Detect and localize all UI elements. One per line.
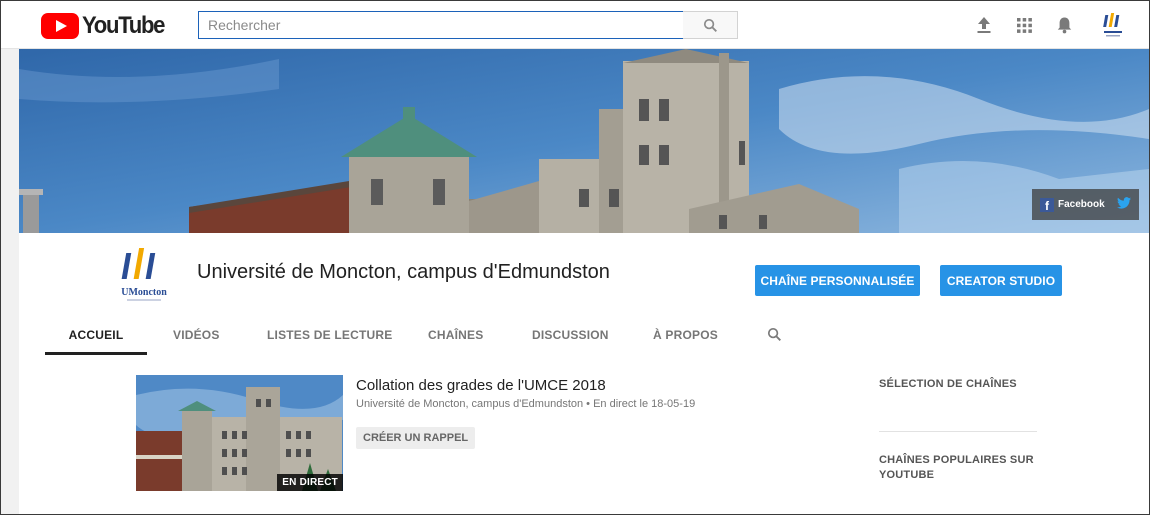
youtube-play-icon	[41, 13, 79, 39]
facebook-link[interactable]: Facebook	[1058, 199, 1105, 210]
search-icon	[767, 327, 781, 341]
notifications-bell-icon[interactable]	[1053, 14, 1075, 36]
tab-discussion[interactable]: DISCUSSION	[532, 315, 609, 355]
search-button[interactable]	[683, 11, 738, 39]
avatar-text: UMoncton	[121, 287, 167, 298]
tab-videos[interactable]: VIDÉOS	[173, 315, 220, 355]
apps-grid-icon[interactable]	[1013, 14, 1035, 36]
banner-social-links: f Facebook	[1032, 189, 1139, 220]
tab-channels[interactable]: CHAÎNES	[428, 315, 483, 355]
popular-channels-heading-line2: YOUTUBE	[879, 469, 935, 481]
customize-channel-button[interactable]: CHAÎNE PERSONNALISÉE	[755, 265, 920, 296]
tab-accueil[interactable]: ACCUEIL	[45, 315, 147, 355]
channel-banner	[19, 49, 1149, 233]
browser-frame: YouTube Rechercher f Facebook UMoncton U…	[0, 0, 1150, 515]
sidebar-divider	[879, 431, 1037, 432]
facebook-icon[interactable]: f	[1040, 197, 1054, 213]
account-avatar-icon[interactable]	[1101, 11, 1125, 39]
live-badge: EN DIRECT	[277, 474, 343, 491]
tab-about[interactable]: À PROPOS	[653, 315, 718, 355]
youtube-logo-text: YouTube	[82, 12, 165, 39]
twitter-icon[interactable]	[1117, 197, 1131, 209]
popular-channels-heading-line1: CHAÎNES POPULAIRES SUR	[879, 454, 1034, 466]
channel-tabs: ACCUEIL VIDÉOS LISTES DE LECTURE CHAÎNES…	[19, 315, 1149, 355]
umoncton-logo-icon: UMoncton	[121, 248, 167, 301]
channel-home-content: EN DIRECT Collation des grades de l'UMCE…	[19, 355, 1149, 514]
upload-icon[interactable]	[973, 14, 995, 36]
banner-campus-image	[19, 49, 1149, 233]
channel-avatar[interactable]: UMoncton	[109, 243, 179, 313]
create-reminder-button[interactable]: CRÉER UN RAPPEL	[356, 427, 476, 449]
featured-video-thumbnail[interactable]: EN DIRECT	[136, 375, 343, 491]
featured-video-meta: Université de Moncton, campus d'Edmundst…	[356, 398, 696, 410]
search-input[interactable]	[199, 12, 683, 38]
channel-title: Université de Moncton, campus d'Edmundst…	[197, 261, 610, 283]
featured-video-title[interactable]: Collation des grades de l'UMCE 2018	[356, 377, 606, 394]
search-icon	[703, 18, 717, 32]
tab-playlists[interactable]: LISTES DE LECTURE	[267, 315, 392, 355]
youtube-logo[interactable]: YouTube	[41, 12, 171, 39]
masthead: YouTube	[1, 1, 1149, 49]
channel-search-button[interactable]	[767, 327, 782, 343]
channel-header: UMoncton Université de Moncton, campus d…	[19, 233, 1149, 355]
featured-channels-heading: SÉLECTION DE CHAÎNES	[879, 378, 1017, 390]
creator-studio-button[interactable]: CREATOR STUDIO	[940, 265, 1062, 296]
search-box	[198, 11, 684, 39]
